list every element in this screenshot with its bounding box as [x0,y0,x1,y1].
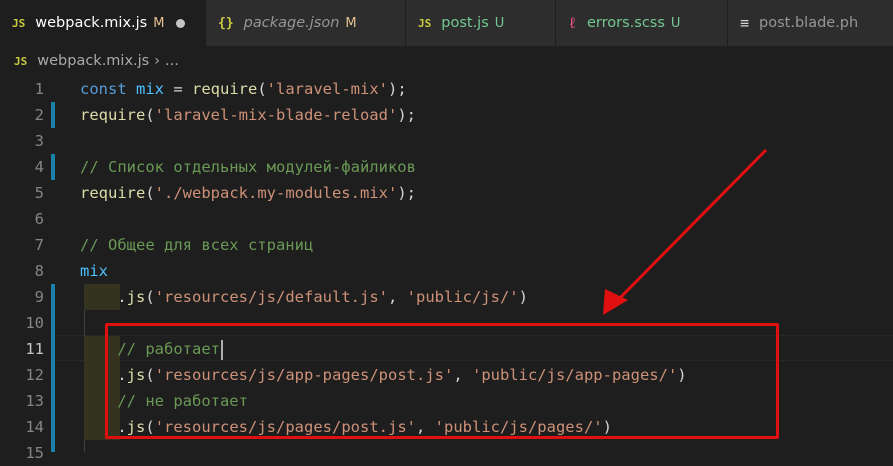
annotation-arrow [603,148,768,315]
